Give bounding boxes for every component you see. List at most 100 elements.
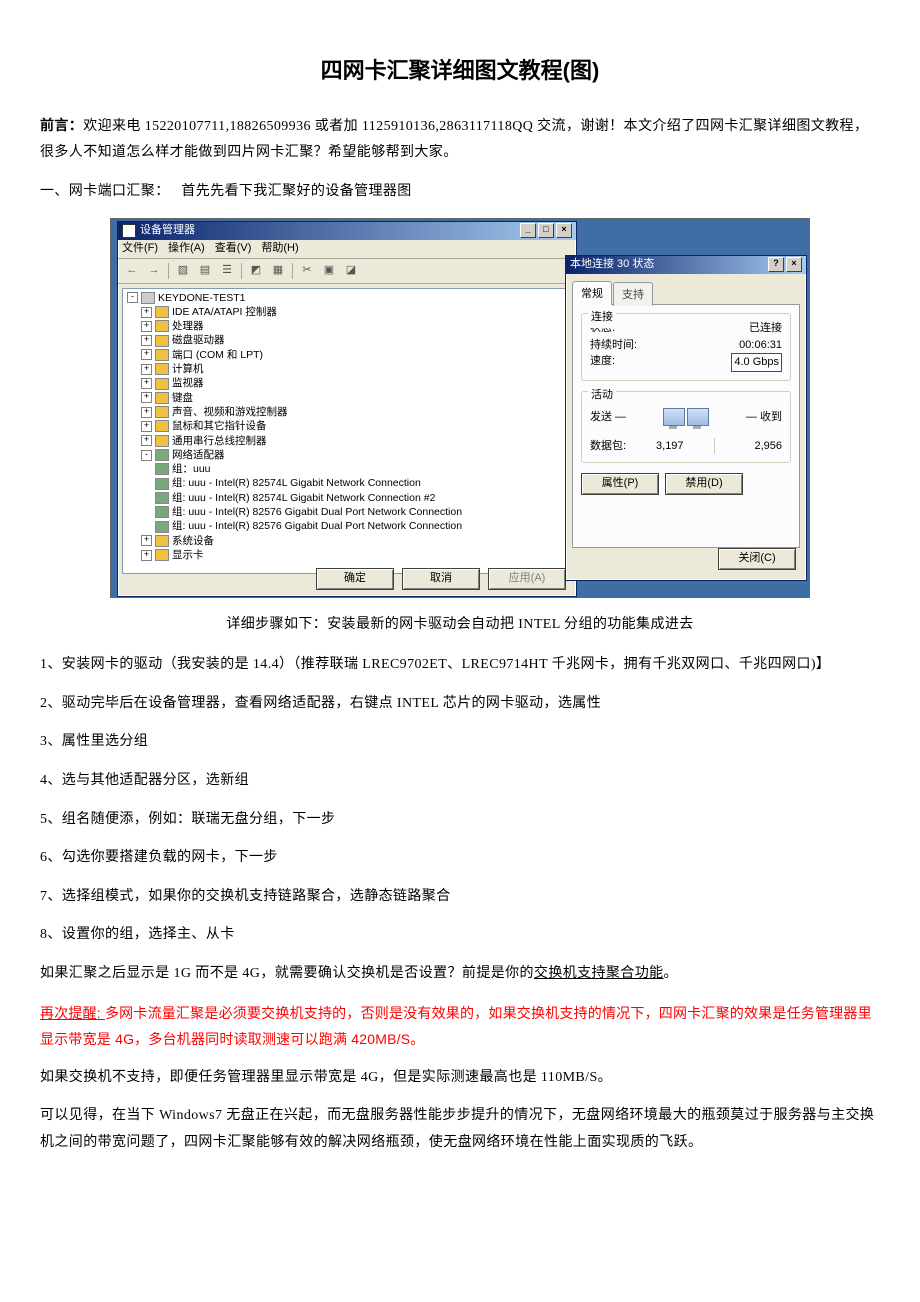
packets-recv: 2,956 bbox=[754, 438, 782, 455]
nic-item[interactable]: 组: uuu - Intel(R) 82574L Gigabit Network… bbox=[172, 492, 435, 504]
section-1: 一、网卡端口汇聚： 首先先看下我汇聚好的设备管理器图 bbox=[40, 179, 880, 206]
act-group: 活动 发送 — — 收到 数据包: 3,197 bbox=[581, 391, 791, 464]
nic-item[interactable]: 组：uuu bbox=[172, 463, 211, 475]
menu-file[interactable]: 文件(F) bbox=[122, 238, 158, 259]
conn-k-1: 持续时间: bbox=[590, 337, 637, 354]
tree-item[interactable]: 显示卡 bbox=[172, 549, 204, 561]
net-icon bbox=[155, 449, 169, 461]
devmgr-menubar: 文件(F) 操作(A) 查看(V) 帮助(H) bbox=[118, 240, 576, 259]
ok-button[interactable]: 确定 bbox=[316, 568, 394, 590]
cancel-button[interactable]: 取消 bbox=[402, 568, 480, 590]
expand-icon[interactable]: + bbox=[141, 321, 152, 332]
red-reminder-pfx: 再次提醒: bbox=[40, 1005, 105, 1021]
tool-back-icon[interactable]: ← bbox=[122, 261, 142, 281]
close-button[interactable]: × bbox=[786, 257, 802, 272]
conn-k-2: 速度: bbox=[590, 353, 615, 372]
expand-icon[interactable]: + bbox=[141, 307, 152, 318]
cat-icon bbox=[155, 535, 169, 547]
conn-v-0: 已连接 bbox=[749, 320, 782, 337]
menu-view[interactable]: 查看(V) bbox=[215, 238, 252, 259]
tool-fwd-icon[interactable]: → bbox=[144, 261, 164, 281]
step-1: 1、安装网卡的驱动（我安装的是 14.4）（推荐联瑞 LREC9702ET、LR… bbox=[40, 652, 880, 679]
tool-6-icon[interactable]: ✂ bbox=[297, 261, 317, 281]
red-reminder: 再次提醒: 多网卡流量汇聚是必须要交换机支持的，否则是没有效果的，如果交换机支持… bbox=[40, 1000, 880, 1053]
cat-icon bbox=[155, 363, 169, 375]
expand-icon[interactable]: + bbox=[141, 335, 152, 346]
devmgr-icon bbox=[122, 224, 136, 238]
status-window: 本地连接 30 状态 ? × 常规 支持 连接 状态:已连接 持续时间:00:0 bbox=[565, 255, 807, 581]
tree-item-net[interactable]: 网络适配器 bbox=[172, 449, 225, 461]
monitor-icon bbox=[663, 408, 685, 426]
step-3: 3、属性里选分组 bbox=[40, 729, 880, 756]
preface-label: 前言： bbox=[40, 117, 83, 133]
nic-icon bbox=[155, 506, 169, 518]
nic-item[interactable]: 组: uuu - Intel(R) 82574L Gigabit Network… bbox=[172, 478, 421, 490]
expand-icon[interactable]: + bbox=[141, 378, 152, 389]
tree-item[interactable]: 键盘 bbox=[172, 392, 193, 404]
tree-item[interactable]: 系统设备 bbox=[172, 535, 214, 547]
tool-7-icon[interactable]: ▣ bbox=[319, 261, 339, 281]
expand-icon[interactable]: + bbox=[141, 535, 152, 546]
tree-item[interactable]: 鼠标和其它指针设备 bbox=[172, 420, 267, 432]
expand-icon[interactable]: + bbox=[141, 435, 152, 446]
nic-icon bbox=[155, 492, 169, 504]
menu-help[interactable]: 帮助(H) bbox=[261, 238, 298, 259]
page-title: 四网卡汇聚详细图文教程(图) bbox=[40, 50, 880, 92]
status-panel: 连接 状态:已连接 持续时间:00:06:31 速度:4.0 Gbps 活动 发… bbox=[572, 304, 800, 548]
tree-item[interactable]: 通用串行总线控制器 bbox=[172, 435, 267, 447]
after-steps: 如果汇聚之后显示是 1G 而不是 4G，就需要确认交换机是否设置？前提是你的交换… bbox=[40, 961, 880, 988]
expand-icon[interactable]: + bbox=[141, 364, 152, 375]
tree-item[interactable]: 计算机 bbox=[172, 363, 204, 375]
help-button[interactable]: ? bbox=[768, 257, 784, 272]
tree-item[interactable]: 处理器 bbox=[172, 320, 204, 332]
tree-item[interactable]: 监视器 bbox=[172, 377, 204, 389]
conn-group-title: 连接 bbox=[588, 307, 616, 328]
close-button[interactable]: × bbox=[556, 223, 572, 238]
preface: 前言：欢迎来电 15220107711,18826509936 或者加 1125… bbox=[40, 112, 880, 167]
expand-icon[interactable]: - bbox=[127, 292, 138, 303]
tab-support[interactable]: 支持 bbox=[613, 282, 653, 307]
section-1-label: 一、网卡端口汇聚： bbox=[40, 184, 170, 199]
act-send-label: 发送 — bbox=[590, 407, 626, 428]
status-titlebar: 本地连接 30 状态 ? × bbox=[566, 256, 806, 274]
screenshot-caption: 详细步骤如下：安装最新的网卡驱动会自动把 INTEL 分组的功能集成进去 bbox=[40, 612, 880, 639]
expand-icon[interactable]: + bbox=[141, 550, 152, 561]
section-1-lead: 首先先看下我汇聚好的设备管理器图 bbox=[181, 184, 411, 199]
after-steps-suffix: 。 bbox=[664, 966, 678, 981]
black-para-2: 可以见得，在当下 Windows7 无盘正在兴起，而无盘服务器性能步步提升的情况… bbox=[40, 1103, 880, 1156]
cat-icon bbox=[155, 306, 169, 318]
tree-item[interactable]: IDE ATA/ATAPI 控制器 bbox=[172, 306, 277, 318]
tool-5-icon[interactable]: ▦ bbox=[268, 261, 288, 281]
expand-icon[interactable]: + bbox=[141, 421, 152, 432]
tree-item[interactable]: 端口 (COM 和 LPT) bbox=[172, 349, 263, 361]
expand-icon[interactable]: + bbox=[141, 407, 152, 418]
expand-icon[interactable]: + bbox=[141, 392, 152, 403]
after-steps-underline: 交换机支持聚合功能 bbox=[534, 966, 664, 981]
tool-3-icon[interactable]: ☰ bbox=[217, 261, 237, 281]
disable-button[interactable]: 禁用(D) bbox=[665, 473, 743, 495]
nic-item[interactable]: 组: uuu - Intel(R) 82576 Gigabit Dual Por… bbox=[172, 506, 462, 518]
tool-2-icon[interactable]: ▤ bbox=[195, 261, 215, 281]
apply-button[interactable]: 应用(A) bbox=[488, 568, 566, 590]
tree-item[interactable]: 磁盘驱动器 bbox=[172, 335, 225, 347]
nic-item[interactable]: 组: uuu - Intel(R) 82576 Gigabit Dual Por… bbox=[172, 520, 462, 532]
tree-item[interactable]: 声音、视频和游戏控制器 bbox=[172, 406, 288, 418]
conn-v-1: 00:06:31 bbox=[739, 337, 782, 354]
tree-root[interactable]: KEYDONE-TEST1 bbox=[158, 292, 246, 304]
act-recv-label: — 收到 bbox=[746, 407, 782, 428]
properties-button[interactable]: 属性(P) bbox=[581, 473, 659, 495]
collapse-icon[interactable]: - bbox=[141, 450, 152, 461]
step-4: 4、选与其他适配器分区，选新组 bbox=[40, 768, 880, 795]
device-tree[interactable]: - KEYDONE-TEST1 + IDE ATA/ATAPI 控制器 + 处理器 +… bbox=[122, 288, 572, 574]
tool-4-icon[interactable]: ◩ bbox=[246, 261, 266, 281]
tool-1-icon[interactable]: ▧ bbox=[173, 261, 193, 281]
tool-8-icon[interactable]: ◪ bbox=[341, 261, 361, 281]
expand-icon[interactable]: + bbox=[141, 349, 152, 360]
minimize-button[interactable]: _ bbox=[520, 223, 536, 238]
step-8: 8、设置你的组，选择主、从卡 bbox=[40, 922, 880, 949]
close-dialog-button[interactable]: 关闭(C) bbox=[718, 548, 796, 570]
tab-general[interactable]: 常规 bbox=[572, 281, 612, 306]
menu-action[interactable]: 操作(A) bbox=[168, 238, 205, 259]
cat-icon bbox=[155, 420, 169, 432]
maximize-button[interactable]: □ bbox=[538, 223, 554, 238]
